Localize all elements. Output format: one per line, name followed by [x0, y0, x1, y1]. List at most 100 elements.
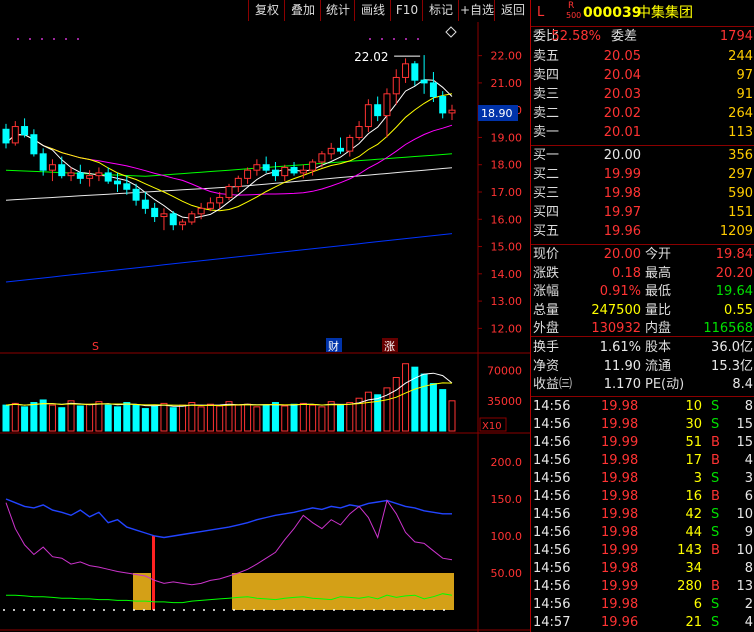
tick-time: 14:56	[533, 525, 571, 540]
volume-bar	[318, 406, 326, 432]
baseline-dot	[303, 609, 305, 611]
candle-body	[402, 63, 410, 78]
toolbar-btn-2[interactable]: 统计	[320, 0, 355, 21]
candle-body	[48, 164, 56, 171]
volume-bar	[216, 405, 224, 432]
high-price-label: 22.02	[354, 50, 388, 64]
toolbar-btn-4[interactable]: F10	[390, 0, 423, 21]
level-price: 20.05	[603, 49, 641, 64]
price-axis-label: 14.00	[491, 268, 523, 281]
tick-volume: 34	[685, 561, 702, 576]
volume-bar	[299, 402, 307, 432]
stat-value: 20.20	[715, 265, 753, 281]
tick-row: 14:56 19.99 280 B 13	[531, 578, 754, 596]
volume-bar	[290, 403, 298, 432]
level-price: 19.97	[603, 205, 641, 220]
ask-row-1[interactable]: 卖一 20.01 113	[531, 124, 754, 142]
baseline-dot	[33, 609, 35, 611]
volume-bar	[206, 403, 214, 432]
volume-axis-label: 35000	[487, 395, 522, 408]
toolbar-btn-5[interactable]: 标记	[422, 0, 459, 21]
tick-price: 19.98	[601, 597, 639, 612]
candle-body	[188, 213, 196, 223]
baseline-dot	[193, 609, 195, 611]
price-axis-label: 22.00	[491, 50, 523, 63]
candle-body	[429, 82, 437, 98]
toolbar-btn-0[interactable]: 复权	[248, 0, 285, 21]
toolbar-btn-1[interactable]: 叠加	[284, 0, 321, 21]
tick-count: 4	[744, 615, 753, 630]
candle-body	[160, 213, 168, 218]
stat-row: 涨跌 0.18 最高 20.20	[531, 265, 754, 283]
bid-row-4[interactable]: 买四 19.97 151	[531, 204, 754, 222]
level-volume: 264	[728, 106, 753, 121]
tick-count: 3	[744, 471, 753, 486]
stock-name: 中集集团	[637, 5, 693, 21]
stat-label: 现价	[533, 247, 560, 262]
tick-direction: S	[711, 615, 720, 630]
tick-direction: B	[711, 543, 720, 558]
baseline-dot	[43, 609, 45, 611]
stat-value: 20.00	[603, 247, 641, 262]
volume-bar	[86, 403, 94, 432]
ask-row-5[interactable]: 卖五 20.05 244	[531, 48, 754, 66]
level-label: 卖四	[533, 68, 560, 83]
level-volume: 113	[728, 125, 753, 140]
toolbar-btn-3[interactable]: 画线	[354, 0, 391, 21]
candle-body	[197, 207, 205, 215]
tick-direction: B	[711, 579, 720, 594]
ask-row-3[interactable]: 卖三 20.03 91	[531, 86, 754, 104]
volume-bar	[95, 401, 103, 432]
dot-marker	[417, 38, 419, 40]
tick-volume: 3	[693, 471, 702, 486]
candle-body	[114, 180, 121, 185]
volume-bar	[197, 406, 205, 432]
tick-row: 14:56 19.99 143 B 10	[531, 542, 754, 560]
baseline-dot	[53, 609, 55, 611]
baseline-dot	[313, 609, 315, 611]
tick-row: 14:56 19.98 44 S 9	[531, 524, 754, 542]
quote-panel: L R 500 000039 中集集团 委比 52.58% 委差 1794 卖五…	[530, 0, 754, 632]
level-volume: 244	[728, 49, 753, 64]
dot-marker	[405, 38, 407, 40]
bid-row-3[interactable]: 买三 19.98 590	[531, 185, 754, 203]
toolbar-btn-6[interactable]: +自选	[458, 0, 495, 21]
kline-chart-area[interactable]: 22.0021.0020.0019.0018.0017.0016.0015.00…	[0, 22, 530, 632]
candle-body	[309, 161, 317, 171]
tick-time: 14:56	[533, 453, 571, 468]
baseline-dot	[263, 609, 265, 611]
signal-block	[133, 573, 151, 610]
baseline-dot	[323, 609, 325, 611]
volume-bar	[244, 403, 252, 432]
candle-body	[206, 202, 214, 209]
baseline-dot	[153, 609, 155, 611]
tick-volume: 280	[677, 579, 702, 594]
candle-body	[151, 207, 159, 218]
volume-bar	[132, 404, 140, 432]
baseline-dot	[253, 609, 255, 611]
fund-label: 净资	[533, 358, 560, 374]
candle-body	[337, 147, 344, 152]
bid-row-5[interactable]: 买五 19.96 1209	[531, 223, 754, 241]
candle-body	[2, 128, 10, 144]
stat-value: 0.55	[724, 302, 753, 318]
level-price: 19.96	[603, 224, 641, 239]
bid-row-2[interactable]: 买二 19.99 297	[531, 166, 754, 184]
csi500-badge: 500	[566, 11, 582, 20]
ask-row-4[interactable]: 卖四 20.04 97	[531, 67, 754, 85]
ask-row-2[interactable]: 卖二 20.02 264	[531, 105, 754, 123]
l-badge[interactable]: L	[537, 4, 544, 22]
toolbar-btn-7[interactable]: 返回	[494, 0, 531, 21]
level-label: 卖五	[533, 49, 560, 64]
tick-time: 14:56	[533, 561, 571, 576]
bid-row-1[interactable]: 买一 20.00 356	[531, 147, 754, 165]
fund-row: 换手 1.61% 股本 36.0亿	[531, 339, 754, 357]
weibi-value: 52.58%	[551, 29, 601, 44]
level-label: 买二	[533, 167, 560, 182]
baseline-dot	[413, 609, 415, 611]
baseline-dot	[403, 609, 405, 611]
tick-price: 19.98	[601, 399, 639, 414]
candle-body	[225, 186, 233, 198]
baseline-dot	[183, 609, 185, 611]
tick-price: 19.98	[601, 453, 639, 468]
